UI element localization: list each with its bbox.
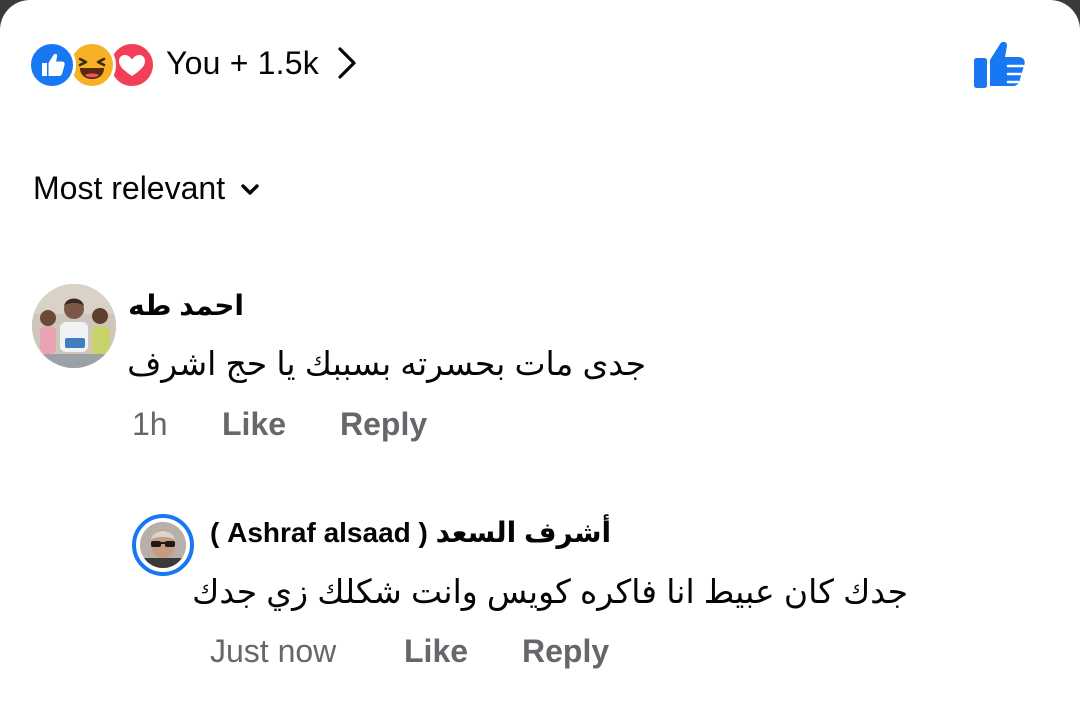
comment-actions: 1h Like Reply (132, 406, 427, 443)
sort-label: Most relevant (33, 170, 226, 206)
comment-actions: Just now Like Reply (210, 633, 609, 670)
reaction-count: You + 1.5k (166, 44, 319, 81)
like-link[interactable]: Like (404, 633, 522, 670)
reaction-icons (28, 39, 158, 89)
comment-author[interactable]: احمد طه (128, 289, 244, 322)
chevron-down-icon (241, 183, 259, 195)
comment-timestamp: 1h (132, 406, 168, 442)
comment-timestamp: Just now (210, 633, 337, 669)
reply-link[interactable]: Reply (522, 633, 609, 670)
sort-selector[interactable]: Most relevant (33, 170, 261, 207)
avatar[interactable] (32, 284, 116, 368)
chevron-right-icon (338, 47, 356, 79)
like-icon (28, 41, 76, 89)
avatar[interactable] (132, 514, 194, 576)
avatar-photo (140, 522, 186, 568)
comments-sheet: You + 1.5k Most relevant احمد طه جدى مات… (0, 0, 1080, 713)
comment-text: جدك كان عبيط انا فاكره كويس وانت شكلك زي… (192, 573, 908, 610)
comment-author[interactable]: أشرف السعد ( Ashraf alsaad ) (210, 516, 611, 549)
like-button-icon[interactable] (970, 36, 1030, 92)
reply-link[interactable]: Reply (340, 406, 427, 443)
comment-text: جدى مات بحسرته بسببك يا حج اشرف (127, 345, 646, 382)
like-link[interactable]: Like (222, 406, 340, 443)
reactions-summary[interactable]: You + 1.5k (28, 38, 361, 89)
